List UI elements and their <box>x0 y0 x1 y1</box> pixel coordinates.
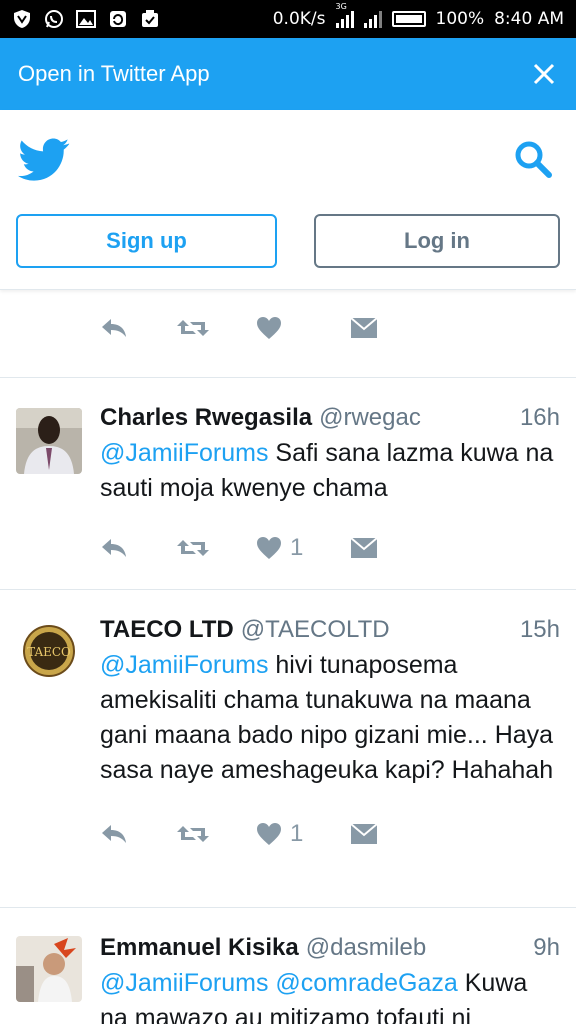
direct-message-icon[interactable] <box>350 537 378 559</box>
tweet-header: Emmanuel Kisika @dasmileb 9h <box>100 934 560 962</box>
network-speed: 0.0K/s <box>272 9 326 29</box>
retweet-icon[interactable] <box>176 823 256 845</box>
like-button[interactable]: 1 <box>256 534 350 562</box>
tweet-text: @JamiiForums hivi tunaposema amekisaliti… <box>100 648 560 788</box>
battery-percent: 100% <box>435 9 485 29</box>
retweet-icon[interactable] <box>176 537 256 559</box>
mention-link[interactable]: @JamiiForums @comradeGaza <box>100 969 458 997</box>
signup-button[interactable]: Sign up <box>16 214 277 268</box>
banner-text[interactable]: Open in Twitter App <box>18 61 210 87</box>
mention-link[interactable]: @JamiiForums <box>100 439 268 467</box>
avatar[interactable] <box>16 408 82 474</box>
login-button[interactable]: Log in <box>314 214 560 268</box>
author-handle[interactable]: @TAECOLTD <box>241 616 390 644</box>
network-tag: 3G <box>335 2 347 11</box>
tweet[interactable]: TAECO TAECO LTD @TAECOLTD 15h @JamiiForu… <box>0 590 576 908</box>
reply-icon[interactable] <box>100 537 176 559</box>
signal-3g-icon: 3G <box>335 2 354 28</box>
tweet-text: @JamiiForums Safi sana lazma kuwa na sau… <box>100 436 560 506</box>
tweet-actions <box>100 304 378 352</box>
author-name[interactable]: TAECO LTD <box>100 616 234 644</box>
timestamp[interactable]: 16h <box>520 404 560 432</box>
tweet-body: TAECO LTD @TAECOLTD 15h @JamiiForums hiv… <box>100 590 560 858</box>
timestamp[interactable]: 9h <box>533 934 560 962</box>
like-count: 1 <box>290 534 304 561</box>
avatar-logo-text: TAECO <box>27 645 71 659</box>
tweet-actions: 1 <box>100 810 560 858</box>
tweet-body: Charles Rwegasila @rwegac 16h @JamiiForu… <box>100 378 560 572</box>
open-in-app-banner[interactable]: Open in Twitter App <box>0 38 576 110</box>
tweet-actions: 1 <box>100 524 560 572</box>
like-icon[interactable] <box>256 822 282 846</box>
header: Sign up Log in <box>0 110 576 290</box>
like-icon[interactable] <box>256 536 282 560</box>
tweet[interactable]: Charles Rwegasila @rwegac 16h @JamiiForu… <box>0 378 576 590</box>
author-handle[interactable]: @rwegac <box>319 404 421 432</box>
clock: 8:40 AM <box>494 9 564 29</box>
direct-message-icon[interactable] <box>350 823 378 845</box>
like-count: 1 <box>290 820 304 847</box>
author-name[interactable]: Emmanuel Kisika <box>100 934 299 962</box>
avatar[interactable]: TAECO <box>16 618 82 684</box>
author-name[interactable]: Charles Rwegasila <box>100 404 312 432</box>
status-right: 0.0K/s 3G 100% 8:40 AM <box>272 2 564 29</box>
battery-icon <box>391 11 426 27</box>
reply-icon[interactable] <box>100 317 176 339</box>
avatar[interactable] <box>16 936 82 1002</box>
author-handle[interactable]: @dasmileb <box>306 934 426 962</box>
signal-icon <box>363 10 382 28</box>
like-button[interactable]: 1 <box>256 820 350 848</box>
close-icon[interactable] <box>530 60 558 88</box>
reply-icon[interactable] <box>100 823 176 845</box>
tweet-partial <box>0 290 576 378</box>
tweet-header: TAECO LTD @TAECOLTD 15h <box>100 616 560 644</box>
gallery-icon <box>76 9 96 29</box>
vpn-shield-icon <box>12 9 32 29</box>
sync-icon <box>108 9 128 29</box>
task-icon <box>140 9 160 29</box>
whatsapp-icon <box>44 9 64 29</box>
twitter-bird-icon[interactable] <box>18 138 70 182</box>
notification-icons <box>12 9 160 29</box>
search-icon[interactable] <box>512 138 554 180</box>
tweet[interactable]: Emmanuel Kisika @dasmileb 9h @JamiiForum… <box>0 908 576 1024</box>
tweet-text: @JamiiForums @comradeGaza Kuwa na mawazo… <box>100 966 560 1024</box>
mention-link[interactable]: @JamiiForums <box>100 651 268 679</box>
tweet-feed: Charles Rwegasila @rwegac 16h @JamiiForu… <box>0 290 576 1024</box>
like-icon[interactable] <box>256 316 350 340</box>
tweet-header: Charles Rwegasila @rwegac 16h <box>100 404 560 432</box>
timestamp[interactable]: 15h <box>520 616 560 644</box>
tweet-body: Emmanuel Kisika @dasmileb 9h @JamiiForum… <box>100 908 560 1024</box>
retweet-icon[interactable] <box>176 317 256 339</box>
status-bar: 0.0K/s 3G 100% 8:40 AM <box>0 0 576 38</box>
direct-message-icon[interactable] <box>350 317 378 339</box>
